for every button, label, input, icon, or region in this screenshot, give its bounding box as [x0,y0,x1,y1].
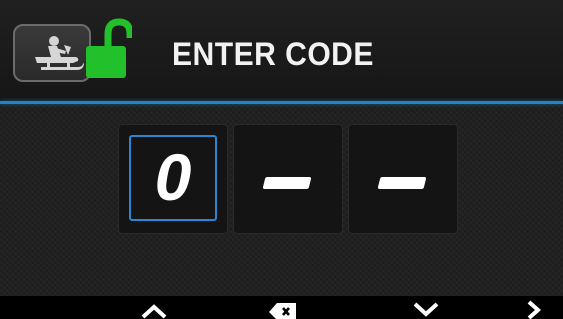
backspace-button[interactable] [263,296,303,319]
snowmobile-icon [35,36,84,70]
chevron-down-icon [413,302,439,317]
chevron-right-icon [527,300,542,319]
empty-digit-dash [262,177,312,189]
up-button[interactable] [134,296,174,319]
softkey-bar [0,296,563,319]
empty-digit-dash [377,177,427,189]
vehicle-badge [13,24,91,82]
backspace-icon [269,303,296,319]
next-button[interactable] [517,296,557,319]
header: ENTER CODE [0,0,563,101]
digit-value: 0 [154,140,192,214]
lock-open-icon [86,18,132,78]
code-digit-1[interactable]: 0 [118,124,228,234]
code-digit-2[interactable] [233,124,343,234]
down-button[interactable] [406,296,446,319]
header-divider [0,101,563,104]
chevron-up-icon [141,304,167,319]
code-digit-3[interactable] [348,124,458,234]
code-entry: 0 [118,124,458,234]
code-entry-screen: ENTER CODE 0 [0,0,563,319]
page-title: ENTER CODE [172,36,374,72]
